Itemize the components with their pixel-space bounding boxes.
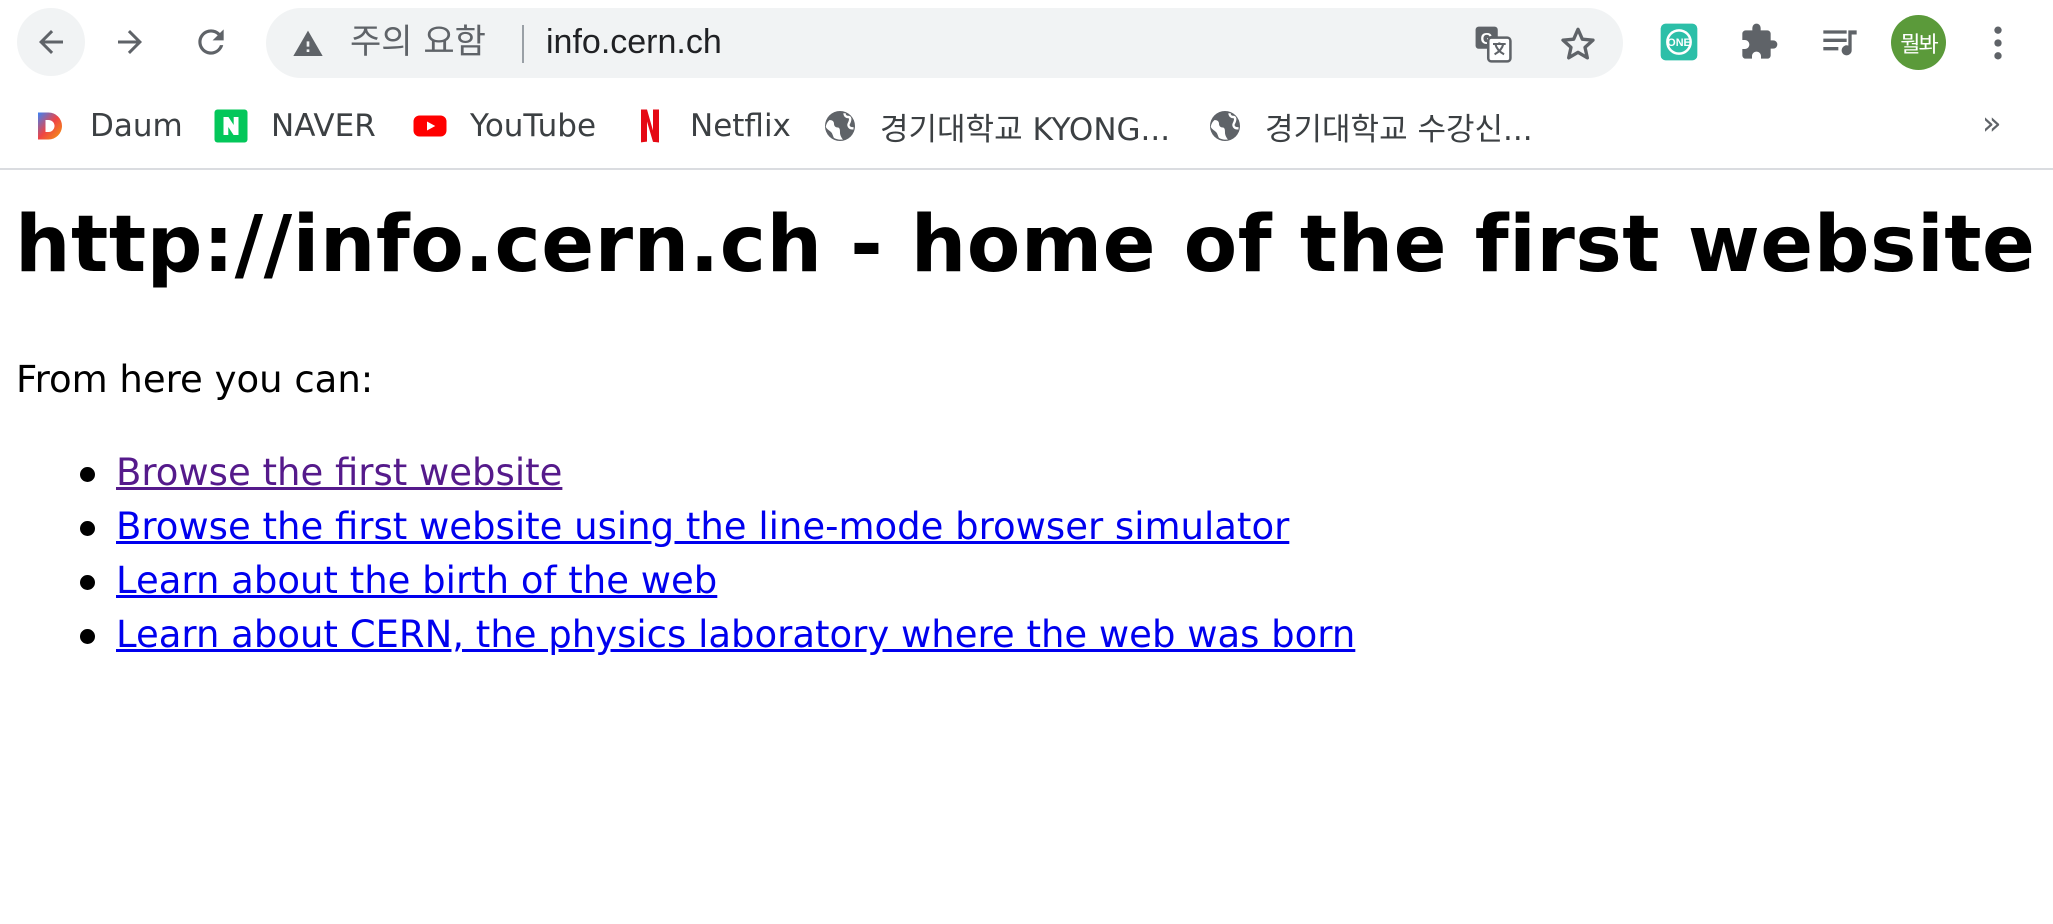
bookmark-netflix[interactable]: Netflix — [632, 102, 791, 150]
security-status-label[interactable]: 주의 요함 — [350, 22, 486, 62]
kebab-menu-icon[interactable] — [1976, 18, 2020, 68]
star-icon[interactable] — [1558, 24, 1598, 64]
puzzle-icon[interactable] — [1737, 20, 1781, 64]
warning-triangle-icon[interactable] — [292, 28, 324, 60]
bookmark-youtube[interactable]: YouTube — [412, 102, 596, 150]
bullet — [80, 629, 95, 644]
url-text[interactable]: info.cern.ch — [546, 22, 722, 62]
arrow-left-icon — [39, 30, 63, 54]
bookmark-label: 경기대학교 KYONG... — [880, 111, 1171, 148]
bookmark-label: YouTube — [470, 108, 597, 144]
page-content: http://info.cern.ch - home of the first … — [0, 170, 2053, 924]
daum-icon — [32, 108, 68, 144]
page-title: http://info.cern.ch - home of the first … — [15, 200, 2036, 290]
bookmark-label: Netflix — [690, 108, 791, 144]
link-browse-first-website[interactable]: Browse the first website — [116, 446, 562, 500]
address-bar[interactable]: 주의 요함 info.cern.ch G — [266, 8, 1623, 78]
browser-toolbar: 주의 요함 info.cern.ch G ONE 뭘봐 — [0, 0, 2053, 86]
globe-icon — [822, 108, 858, 144]
bookmark-naver[interactable]: NAVER — [213, 102, 376, 150]
link-line-mode-browser[interactable]: Browse the first website using the line-… — [116, 500, 1289, 554]
bookmark-label: NAVER — [271, 108, 376, 144]
bookmark-kyonggi-1[interactable]: 경기대학교 KYONG... — [822, 102, 1170, 150]
one-extension-label: ONE — [1667, 37, 1690, 49]
profile-avatar[interactable]: 뭘봐 — [1891, 15, 1946, 70]
bullet — [80, 575, 95, 590]
bookmarks-overflow-button[interactable]: » — [1982, 104, 2002, 142]
link-about-cern[interactable]: Learn about CERN, the physics laboratory… — [116, 608, 1355, 662]
bookmark-daum[interactable]: Daum — [32, 102, 183, 150]
globe-icon — [1207, 108, 1243, 144]
netflix-icon — [632, 108, 668, 144]
bookmark-label: 경기대학교 수강신... — [1265, 111, 1533, 148]
reload-button[interactable] — [177, 8, 245, 76]
bookmark-kyonggi-2[interactable]: 경기대학교 수강신... — [1207, 102, 1533, 150]
link-birth-of-web[interactable]: Learn about the birth of the web — [116, 554, 717, 608]
omnibox-separator — [522, 25, 524, 63]
bullet — [80, 467, 95, 482]
bullet — [80, 521, 95, 536]
back-button[interactable] — [17, 8, 85, 76]
bookmark-label: Daum — [90, 108, 183, 144]
youtube-icon — [412, 108, 448, 144]
intro-text: From here you can: — [16, 358, 374, 401]
reload-icon — [198, 29, 224, 55]
one-extension-badge: ONE — [1660, 23, 1698, 61]
naver-icon — [213, 108, 249, 144]
translate-icon[interactable]: G — [1474, 25, 1512, 63]
profile-label: 뭘봐 — [1900, 32, 1939, 58]
forward-button[interactable] — [96, 8, 164, 76]
media-control-icon[interactable] — [1818, 20, 1862, 64]
bookmarks-bar: Daum NAVER YouTube Netflix 경기대학교 KYONG..… — [0, 86, 2053, 170]
arrow-right-icon — [118, 30, 142, 54]
one-extension-icon[interactable]: ONE — [1657, 20, 1701, 64]
